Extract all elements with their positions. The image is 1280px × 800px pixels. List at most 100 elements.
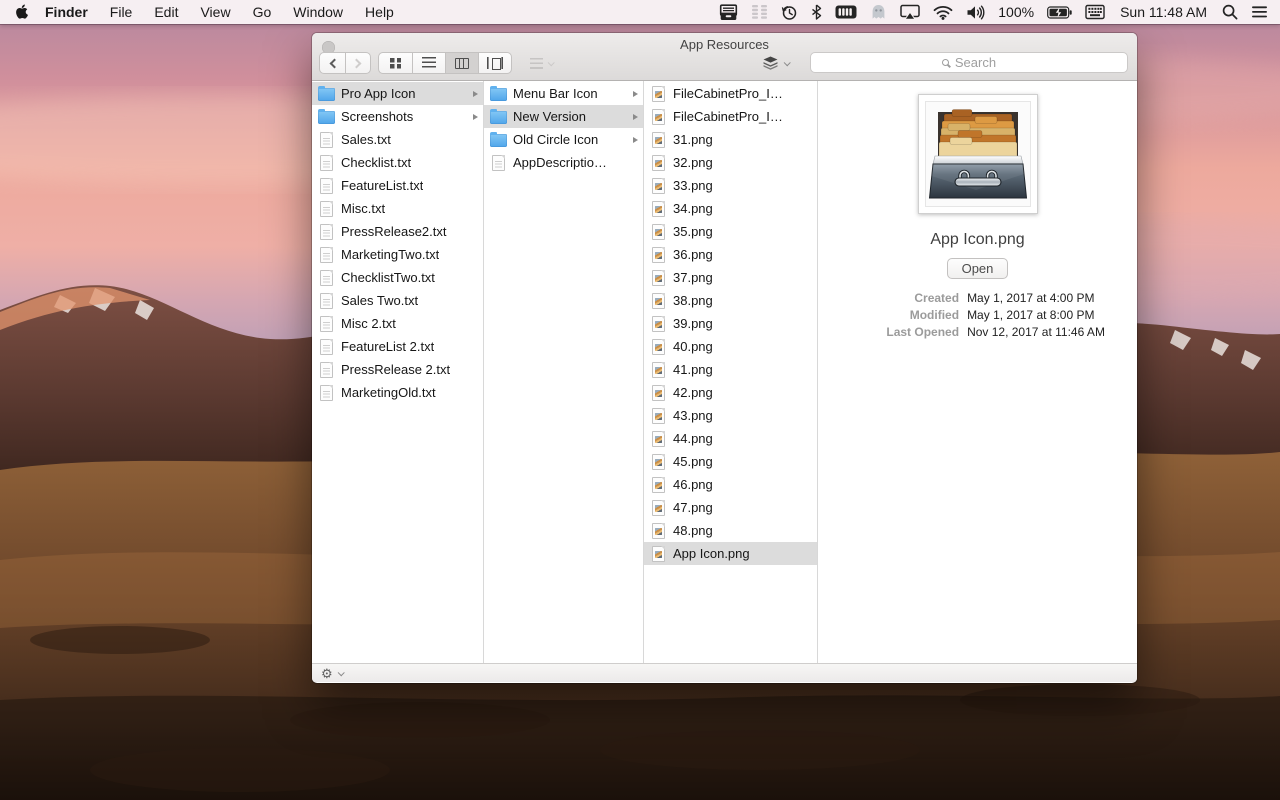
file-cabinet-menu-icon[interactable] (719, 4, 738, 21)
file-row-33-png[interactable]: 33.png (644, 174, 817, 197)
file-name: 39.png (673, 316, 713, 331)
file-row-46-png[interactable]: 46.png (644, 473, 817, 496)
file-name: ChecklistTwo.txt (341, 270, 435, 285)
file-row-42-png[interactable]: 42.png (644, 381, 817, 404)
file-row-35-png[interactable]: 35.png (644, 220, 817, 243)
file-name: 35.png (673, 224, 713, 239)
battery-widget-icon[interactable] (835, 5, 857, 19)
file-row-checklisttwo-txt[interactable]: ChecklistTwo.txt (312, 266, 483, 289)
imagefile-icon (652, 178, 665, 194)
file-row-misc-txt[interactable]: Misc.txt (312, 197, 483, 220)
menu-help[interactable]: Help (354, 4, 405, 20)
file-row-featurelist-txt[interactable]: FeatureList.txt (312, 174, 483, 197)
meta-row-created: CreatedMay 1, 2017 at 4:00 PM (850, 291, 1105, 305)
app-icon-preview-image[interactable] (918, 94, 1038, 214)
keyboard-input-icon[interactable] (1085, 4, 1105, 20)
apple-menu[interactable] (14, 4, 28, 20)
bluetooth-icon[interactable] (811, 4, 822, 20)
file-row-marketingtwo-txt[interactable]: MarketingTwo.txt (312, 243, 483, 266)
imagefile-icon (652, 477, 665, 493)
imagefile-icon (652, 247, 665, 263)
file-name: 45.png (673, 454, 713, 469)
folder-icon (490, 88, 507, 101)
imagefile-icon (652, 385, 665, 401)
wifi-icon[interactable] (933, 5, 953, 20)
file-row-sales-two-txt[interactable]: Sales Two.txt (312, 289, 483, 312)
ghost-icon[interactable] (870, 4, 887, 20)
file-row-featurelist-2-txt[interactable]: FeatureList 2.txt (312, 335, 483, 358)
file-row-pro-app-icon[interactable]: Pro App Icon (312, 82, 483, 105)
file-row-48-png[interactable]: 48.png (644, 519, 817, 542)
file-name: PressRelease 2.txt (341, 362, 450, 377)
menu-file[interactable]: File (99, 4, 144, 20)
file-row-37-png[interactable]: 37.png (644, 266, 817, 289)
file-row-36-png[interactable]: 36.png (644, 243, 817, 266)
view-mode-control (378, 52, 512, 74)
levels-icon[interactable] (751, 4, 768, 20)
file-name: 46.png (673, 477, 713, 492)
file-row-menu-bar-icon[interactable]: Menu Bar Icon (484, 82, 643, 105)
chevron-down-icon (337, 669, 344, 676)
forward-button[interactable] (345, 53, 370, 73)
file-row-39-png[interactable]: 39.png (644, 312, 817, 335)
airplay-display-icon[interactable] (900, 4, 920, 20)
file-row-sales-txt[interactable]: Sales.txt (312, 128, 483, 151)
column-view-button[interactable] (445, 53, 478, 73)
file-row-misc-2-txt[interactable]: Misc 2.txt (312, 312, 483, 335)
file-row-app-icon-png[interactable]: App Icon.png (644, 542, 817, 565)
window-titlebar[interactable]: App Resources Search (312, 33, 1137, 81)
action-gear-button[interactable]: ⚙ (321, 667, 343, 680)
file-row-new-version[interactable]: New Version (484, 105, 643, 128)
file-name: Misc.txt (341, 201, 385, 216)
file-row-45-png[interactable]: 45.png (644, 450, 817, 473)
chevron-down-icon (783, 59, 790, 66)
coverflow-view-button[interactable] (478, 53, 511, 73)
disclosure-arrow-icon (633, 91, 638, 97)
battery-charging-icon[interactable] (1047, 6, 1072, 19)
search-input[interactable]: Search (810, 52, 1128, 73)
file-row-47-png[interactable]: 47.png (644, 496, 817, 519)
imagefile-icon (652, 523, 665, 539)
menu-view[interactable]: View (189, 4, 241, 20)
file-name: Sales.txt (341, 132, 391, 147)
file-row-38-png[interactable]: 38.png (644, 289, 817, 312)
file-row-checklist-txt[interactable]: Checklist.txt (312, 151, 483, 174)
file-row-31-png[interactable]: 31.png (644, 128, 817, 151)
menu-bar-clock[interactable]: Sun 11:48 AM (1120, 4, 1207, 20)
quick-actions-button[interactable] (755, 52, 795, 74)
disclosure-arrow-icon (633, 114, 638, 120)
menu-window[interactable]: Window (282, 4, 354, 20)
file-row-34-png[interactable]: 34.png (644, 197, 817, 220)
file-row-43-png[interactable]: 43.png (644, 404, 817, 427)
volume-icon[interactable] (966, 5, 985, 20)
file-row-41-png[interactable]: 41.png (644, 358, 817, 381)
time-machine-icon[interactable] (781, 4, 798, 21)
file-row-pressrelease2-txt[interactable]: PressRelease2.txt (312, 220, 483, 243)
textfile-icon (320, 316, 333, 332)
menu-edit[interactable]: Edit (143, 4, 189, 20)
file-row-marketingold-txt[interactable]: MarketingOld.txt (312, 381, 483, 404)
spotlight-icon[interactable] (1222, 4, 1238, 20)
file-row-40-png[interactable]: 40.png (644, 335, 817, 358)
textfile-icon (320, 339, 333, 355)
back-button[interactable] (320, 53, 345, 73)
file-row-44-png[interactable]: 44.png (644, 427, 817, 450)
file-row-pressrelease-2-txt[interactable]: PressRelease 2.txt (312, 358, 483, 381)
file-row-appdescriptio[interactable]: AppDescriptio… (484, 151, 643, 174)
file-row-filecabinetpro-i[interactable]: FileCabinetPro_I… (644, 105, 817, 128)
file-name: FileCabinetPro_I… (673, 86, 783, 101)
finder-column-3: FileCabinetPro_I…FileCabinetPro_I…31.png… (644, 81, 818, 663)
file-row-old-circle-icon[interactable]: Old Circle Icon (484, 128, 643, 151)
icon-view-button[interactable] (379, 53, 412, 73)
menu-go[interactable]: Go (242, 4, 283, 20)
file-row-filecabinetpro-i[interactable]: FileCabinetPro_I… (644, 82, 817, 105)
file-row-32-png[interactable]: 32.png (644, 151, 817, 174)
file-row-screenshots[interactable]: Screenshots (312, 105, 483, 128)
notification-center-icon[interactable] (1251, 5, 1268, 19)
imagefile-icon (652, 132, 665, 148)
open-button[interactable]: Open (947, 258, 1008, 279)
apple-icon (14, 4, 28, 20)
finder-column-1: Pro App IconScreenshots Sales.txt Checklis… (312, 81, 484, 663)
menu-finder[interactable]: Finder (34, 4, 99, 20)
list-view-button[interactable] (412, 53, 445, 73)
